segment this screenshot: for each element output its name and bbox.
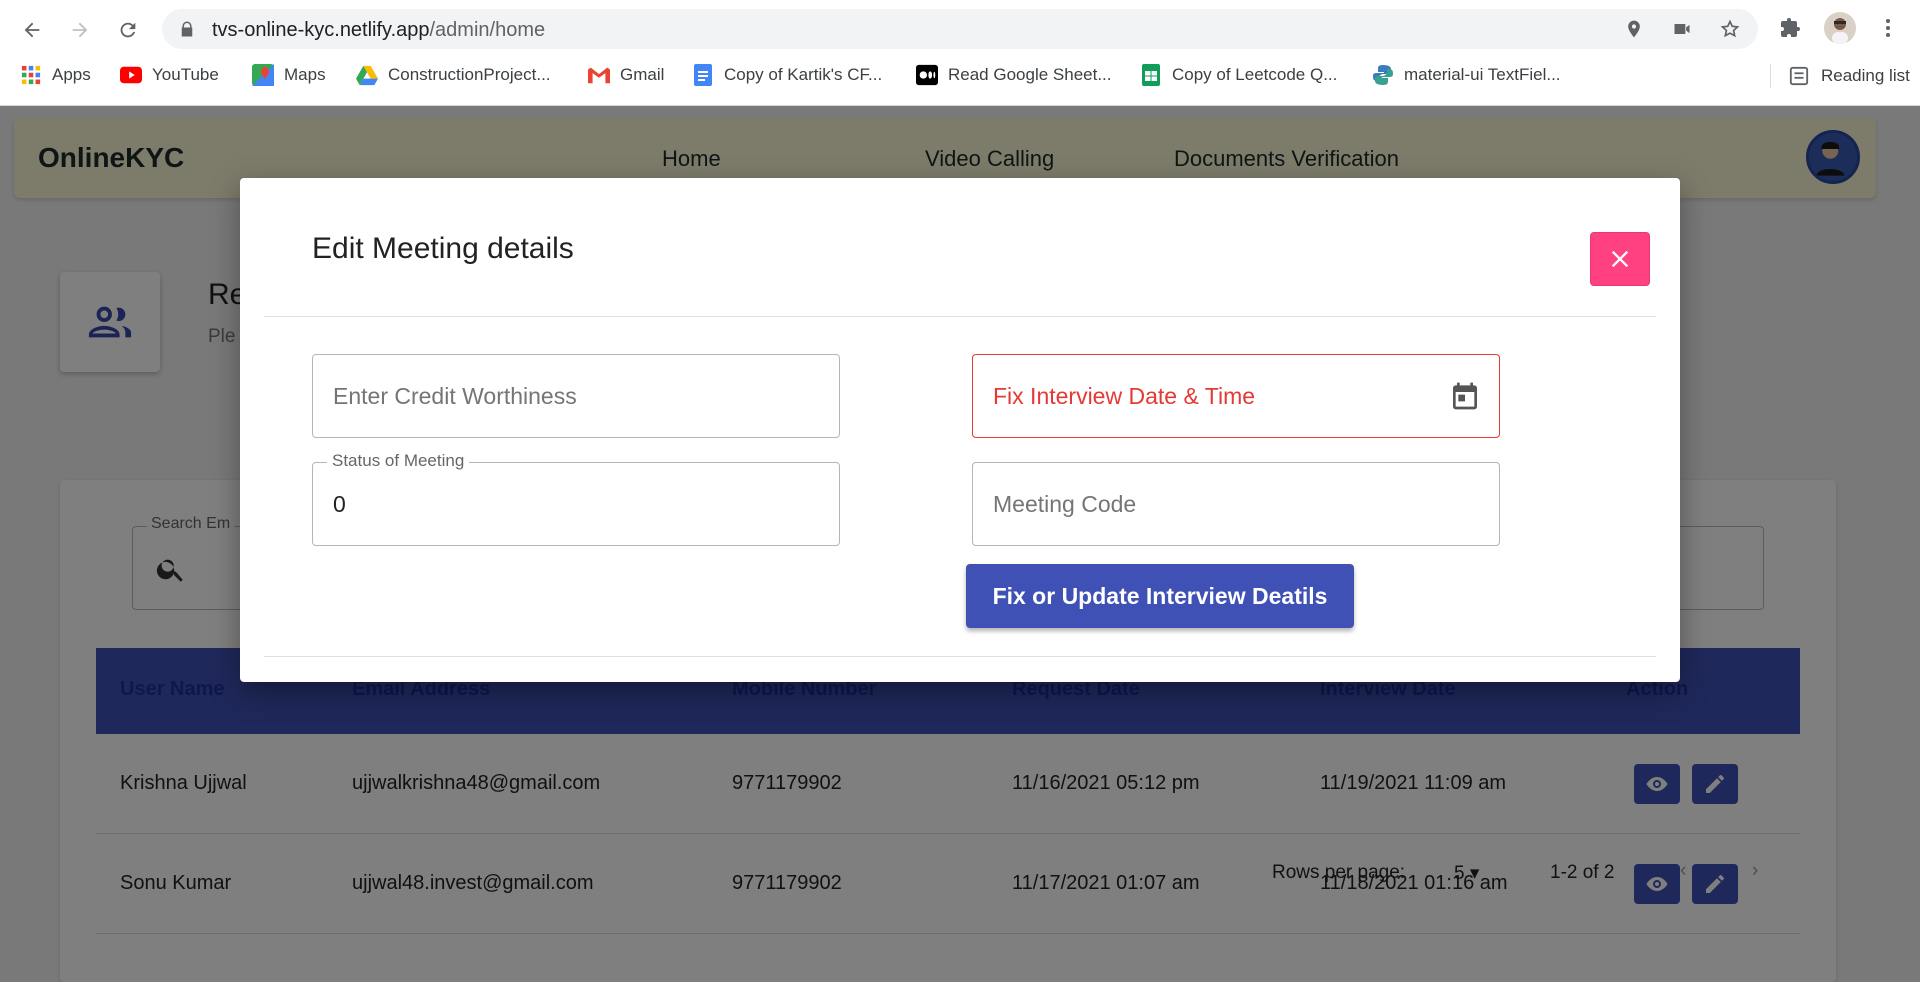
- profile-avatar[interactable]: [1824, 12, 1856, 44]
- dialog-divider-top: [264, 316, 1656, 317]
- bookmark-kartik-cf[interactable]: Copy of Kartik's CF...: [692, 64, 882, 86]
- credit-placeholder: Enter Credit Worthiness: [333, 383, 577, 409]
- python-icon: [1372, 64, 1394, 86]
- bookmark-label: Copy of Leetcode Q...: [1172, 65, 1338, 84]
- bookmark-youtube[interactable]: YouTube: [120, 64, 219, 86]
- calendar-icon[interactable]: [1449, 379, 1481, 413]
- reading-list-icon: [1789, 66, 1809, 86]
- google-sheets-icon: [1140, 64, 1162, 86]
- bookmark-material-ui[interactable]: material-ui TextFiel...: [1372, 64, 1561, 86]
- edit-meeting-dialog: Edit Meeting details Enter Credit Worthi…: [240, 178, 1680, 682]
- bookmark-label: material-ui TextFiel...: [1404, 65, 1561, 84]
- star-icon[interactable]: [1720, 19, 1740, 39]
- status-of-meeting-input[interactable]: Status of Meeting 0: [312, 451, 840, 546]
- extensions-icon[interactable]: [1778, 16, 1802, 40]
- bookmark-maps[interactable]: Maps: [252, 64, 326, 86]
- bookmark-label: Copy of Kartik's CF...: [724, 65, 883, 84]
- close-button[interactable]: [1590, 232, 1650, 286]
- camera-icon[interactable]: [1672, 19, 1692, 39]
- meeting-code-placeholder: Meeting Code: [993, 491, 1137, 517]
- dialog-title: Edit Meeting details: [312, 232, 574, 265]
- bookmark-label: Gmail: [620, 65, 665, 84]
- browser-toolbar: tvs-online-kyc.netlify.app/admin/home: [0, 0, 1920, 58]
- bookmark-apps[interactable]: Apps: [20, 64, 91, 86]
- reading-list-label: Reading list: [1821, 66, 1910, 85]
- bookmarks-bar: Apps YouTube Maps ConstructionProject...…: [0, 58, 1920, 94]
- bookmark-label: YouTube: [152, 65, 219, 84]
- address-bar[interactable]: tvs-online-kyc.netlify.app/admin/home: [162, 9, 1758, 49]
- reload-icon[interactable]: [112, 14, 144, 46]
- meeting-code-input[interactable]: Meeting Code: [972, 462, 1500, 546]
- bookmark-label: ConstructionProject...: [388, 65, 551, 84]
- bookmark-label: Apps: [52, 65, 91, 84]
- lock-icon: [181, 21, 193, 37]
- more-vert-icon[interactable]: [1876, 16, 1900, 40]
- interview-datetime-input[interactable]: Fix Interview Date & Time: [972, 354, 1500, 438]
- dialog-divider-bottom: [264, 656, 1656, 657]
- maps-icon: [252, 64, 274, 86]
- close-icon: [1611, 250, 1629, 268]
- browser-chrome: tvs-online-kyc.netlify.app/admin/home Ap…: [0, 0, 1920, 106]
- interview-placeholder: Fix Interview Date & Time: [993, 383, 1256, 409]
- bookmark-constructionproject[interactable]: ConstructionProject...: [356, 64, 551, 86]
- medium-icon: [916, 64, 938, 86]
- status-value: 0: [333, 491, 346, 517]
- url-text: tvs-online-kyc.netlify.app/admin/home: [212, 19, 546, 41]
- google-docs-icon: [692, 64, 714, 86]
- reading-list[interactable]: Reading list: [1770, 64, 1910, 88]
- update-interview-button[interactable]: Fix or Update Interview Deatils: [966, 564, 1354, 628]
- bookmark-read-google-sheet[interactable]: Read Google Sheet...: [916, 64, 1112, 86]
- youtube-icon: [120, 64, 142, 86]
- credit-worthiness-input[interactable]: Enter Credit Worthiness: [312, 354, 840, 438]
- forward-arrow-icon[interactable]: [64, 14, 96, 46]
- bookmark-leetcode[interactable]: Copy of Leetcode Q...: [1140, 64, 1337, 86]
- bookmark-gmail[interactable]: Gmail: [588, 64, 664, 86]
- back-arrow-icon[interactable]: [16, 14, 48, 46]
- apps-grid-icon: [20, 64, 42, 86]
- gmail-icon: [588, 64, 610, 86]
- status-label: Status of Meeting: [327, 451, 470, 471]
- bookmark-label: Maps: [284, 65, 326, 84]
- google-drive-icon: [356, 64, 378, 86]
- location-icon[interactable]: [1624, 19, 1644, 39]
- bookmark-label: Read Google Sheet...: [948, 65, 1112, 84]
